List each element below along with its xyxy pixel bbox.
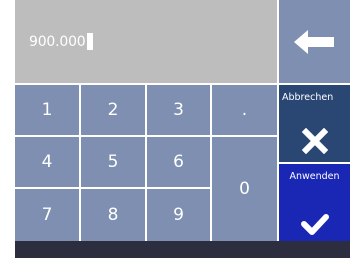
key-5[interactable]: 5 [81, 137, 145, 187]
checkmark-icon [300, 214, 329, 235]
apply-button[interactable]: Anwenden [279, 164, 350, 241]
key-decimal-point[interactable]: . [212, 85, 277, 135]
key-6[interactable]: 6 [147, 137, 210, 187]
bottom-bar [15, 241, 350, 258]
key-label: 1 [41, 100, 53, 120]
text-cursor [86, 33, 93, 50]
key-label: 6 [173, 152, 184, 172]
display-value: 900.000 [29, 33, 86, 50]
value-display[interactable]: 900.000 [15, 0, 277, 83]
key-label: 9 [173, 205, 184, 225]
key-label: 7 [41, 205, 53, 225]
cancel-button[interactable]: Abbrechen [279, 85, 350, 162]
key-label: 5 [107, 152, 119, 172]
key-label: 8 [107, 205, 119, 225]
close-icon [301, 128, 328, 154]
numeric-keypad-panel: 900.000 1 2 3 . 4 5 6 7 8 9 0 Abbrechen … [15, 0, 350, 258]
key-7[interactable]: 7 [15, 189, 79, 241]
backspace-button[interactable] [279, 0, 350, 83]
key-label: 2 [107, 100, 119, 120]
key-label: . [241, 100, 248, 120]
key-label: 4 [41, 152, 53, 172]
key-3[interactable]: 3 [147, 85, 210, 135]
arrow-left-icon [293, 29, 334, 54]
key-2[interactable]: 2 [81, 85, 145, 135]
key-label: 3 [173, 100, 184, 120]
key-1[interactable]: 1 [15, 85, 79, 135]
key-0[interactable]: 0 [212, 137, 277, 241]
cancel-label: Abbrechen [282, 92, 334, 103]
key-8[interactable]: 8 [81, 189, 145, 241]
key-9[interactable]: 9 [147, 189, 210, 241]
key-4[interactable]: 4 [15, 137, 79, 187]
apply-label: Anwenden [289, 171, 340, 182]
key-label: 0 [239, 179, 250, 199]
